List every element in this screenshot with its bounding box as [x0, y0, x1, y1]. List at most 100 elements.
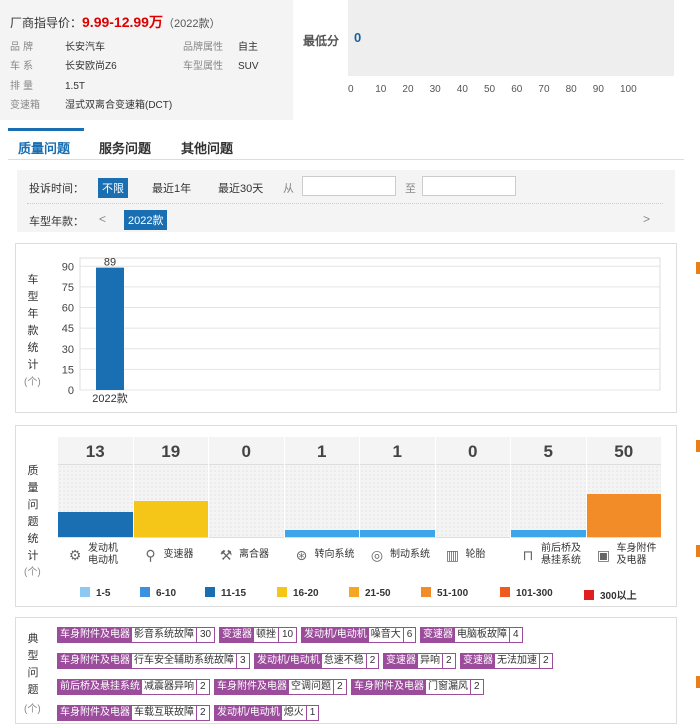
legend-label: 11-15: [221, 588, 247, 599]
typical-problem-tag[interactable]: 变速器 顿挫 10: [219, 627, 298, 643]
tag-count: 6: [406, 629, 413, 640]
legend-label: 101-300: [516, 588, 553, 599]
model-year-label: 车型年款：: [29, 216, 84, 228]
date-to-input[interactable]: [422, 176, 516, 196]
time-option-1-year[interactable]: 最近1年: [152, 180, 191, 196]
quality-count: 5: [511, 439, 586, 465]
date-from-label: 从: [283, 183, 294, 195]
tag-count: 3: [240, 655, 246, 666]
quality-category-footer: ⊛ 转向系统: [284, 537, 359, 572]
quality-bar-area: [58, 465, 133, 537]
legend-label: 21-50: [365, 588, 391, 599]
typical-problem-tag[interactable]: 变速器 无法加速 2: [460, 653, 553, 669]
quality-category-name: 发动机 电动机: [88, 543, 118, 566]
x-tick-label: 2022款: [92, 391, 127, 405]
score-axis-tick: 0: [348, 84, 354, 95]
score-axis-tick: 90: [592, 84, 604, 95]
quality-count: 19: [133, 439, 208, 465]
tag-category: 车身附件及电器: [352, 680, 426, 694]
typical-problem-tag[interactable]: 前后桥及悬挂系统 减震器异响 2: [57, 679, 210, 695]
price-year: （2022款）: [162, 18, 221, 30]
score-axis-tick: 40: [456, 84, 468, 95]
year-stats-chart: 0 15 30 45 60 75 90 89 2022款: [62, 257, 661, 405]
spec-gearbox: 变速箱 湿式双离合变速箱(DCT): [10, 100, 173, 111]
active-tab-indicator: [8, 128, 84, 131]
quality-category-cell[interactable]: 1 ⊛ 转向系统: [284, 437, 360, 572]
quality-category-cell[interactable]: 1 ◎ 制动系统: [360, 437, 436, 572]
brake-disc-icon: ◎: [370, 547, 384, 563]
typical-problem-tag[interactable]: 发动机/电动机 熄火 1: [214, 705, 320, 721]
bar-value-label: 89: [104, 257, 116, 269]
typical-problem-tag[interactable]: 车身附件及电器 行车安全辅助系统故障 3: [57, 653, 250, 669]
typical-problem-tag[interactable]: 车身附件及电器 影音系统故障 30: [57, 627, 216, 643]
quality-category-cell[interactable]: 0 ⚒ 离合器: [209, 437, 285, 572]
score-bar-area: [348, 0, 674, 76]
quality-count: 13: [58, 439, 133, 465]
score-value: 0: [354, 30, 362, 45]
quality-count: 0: [209, 439, 284, 465]
score-axis-tick: 30: [429, 84, 441, 95]
year-prev-arrow[interactable]: <: [99, 212, 106, 226]
typical-problem-tag[interactable]: 车身附件及电器 门窗漏风 2: [351, 679, 484, 695]
tag-problem: 熄火: [282, 706, 307, 720]
year-next-arrow[interactable]: >: [643, 212, 650, 226]
year-stats-side-label: 车 型 年 款 统 计: [27, 274, 39, 371]
tag-category: 车身附件及电器: [58, 654, 132, 668]
quality-category-footer: ◎ 制动系统: [360, 537, 435, 572]
quality-category-name: 前后桥及 悬挂系统: [541, 543, 581, 566]
quality-count: 1: [284, 439, 359, 465]
tag-count: 2: [543, 655, 549, 666]
tag-count: 2: [200, 681, 206, 692]
axle-icon: ⊓: [522, 547, 534, 563]
quality-bar-area: [511, 465, 586, 537]
legend-item: 6-10: [140, 587, 176, 599]
tab-quality-problems[interactable]: 质量问题: [18, 138, 70, 157]
quality-level-bar: [586, 493, 661, 537]
price-line: 厂商指导价：9.99-12.99万（2022款）: [10, 12, 220, 32]
tag-problem: 噪音大: [369, 628, 404, 642]
quality-bar-area: [284, 465, 359, 537]
quality-level-bar: [284, 529, 359, 537]
time-option-all[interactable]: 不限: [98, 178, 128, 198]
typical-problem-tag[interactable]: 发动机/电动机 怠速不稳 2: [254, 653, 380, 669]
side-accent-mark: [696, 262, 700, 274]
legend-item: 1-5: [80, 587, 110, 599]
typical-problem-tag[interactable]: 车身附件及电器 空调问题 2: [214, 679, 347, 695]
plot-area: [79, 257, 661, 391]
y-tick-label: 0: [68, 385, 74, 397]
typical-problem-tag[interactable]: 车身附件及电器 车载互联故障 2: [57, 705, 210, 721]
score-axis-tick: 80: [565, 84, 577, 95]
legend-label: 1-5: [96, 588, 111, 599]
legend-label: 16-20: [293, 588, 319, 599]
time-option-30-days[interactable]: 最近30天: [218, 180, 263, 196]
quality-category-cell[interactable]: 50 ▣ 车身附件 及电器: [586, 437, 662, 572]
typical-problem-tag[interactable]: 变速器 异响 2: [383, 653, 456, 669]
legend-swatch: [421, 587, 431, 597]
quality-category-footer: ⚙ 发动机 电动机: [58, 537, 133, 572]
legend-swatch: [140, 587, 150, 597]
date-from-input[interactable]: [302, 176, 396, 196]
year-option-2022[interactable]: 2022款: [124, 210, 168, 230]
tag-count: 2: [474, 681, 480, 692]
tag-category: 发动机/电动机: [255, 654, 322, 668]
bar[interactable]: [96, 267, 124, 390]
tire-icon: ▥: [445, 547, 460, 563]
quality-bar-area: [360, 465, 435, 537]
tab-service-problems[interactable]: 服务问题: [99, 138, 151, 157]
quality-level-bar: [360, 529, 435, 537]
typical-problem-tag[interactable]: 变速器 电脑板故障 4: [420, 627, 523, 643]
quality-count: 0: [435, 439, 510, 465]
typical-problem-tag[interactable]: 发动机/电动机 噪音大 6: [301, 627, 417, 643]
typical-unit: (个): [24, 704, 41, 715]
quality-bar-area: [209, 465, 284, 537]
year-stats-unit: (个): [24, 377, 41, 388]
tab-other-problems[interactable]: 其他问题: [181, 138, 233, 157]
quality-category-cell[interactable]: 19 ⚲ 变速器: [133, 437, 209, 572]
quality-category-cell[interactable]: 13 ⚙ 发动机 电动机: [58, 437, 134, 572]
quality-category-cell[interactable]: 0 ▥ 轮胎: [435, 437, 511, 572]
quality-category-cell[interactable]: 5 ⊓ 前后桥及 悬挂系统: [511, 437, 587, 572]
y-tick-label: 45: [62, 323, 74, 335]
quality-level-bar: [133, 501, 208, 537]
tag-category: 前后桥及悬挂系统: [58, 680, 142, 694]
tag-count: 10: [282, 629, 294, 640]
